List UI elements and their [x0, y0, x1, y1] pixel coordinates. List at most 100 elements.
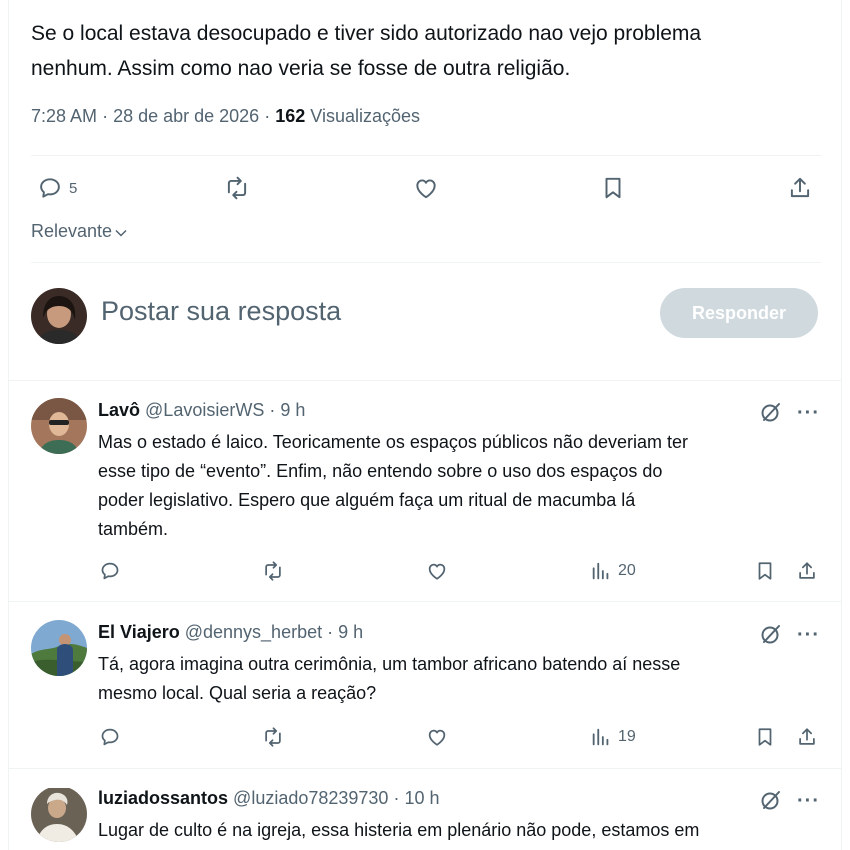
more-icon: ··· [797, 790, 820, 812]
analytics-icon [592, 562, 609, 580]
chevron-down-icon [115, 229, 127, 237]
views-label: Visualizações [310, 106, 421, 126]
tweet-text: Se o local estava desocupado e tiver sid… [31, 16, 821, 86]
divider [8, 380, 842, 381]
views-count: 19 [618, 728, 636, 745]
avatar[interactable] [31, 398, 87, 454]
header-separator: · [327, 622, 334, 642]
reply-count: 5 [69, 179, 78, 197]
comment-icon [101, 562, 119, 580]
grok-icon [761, 403, 780, 422]
grok-icon [761, 791, 780, 810]
divider [8, 601, 842, 602]
divider [8, 768, 842, 769]
author-handle[interactable]: @dennys_herbet [185, 622, 322, 642]
reply-submit-button[interactable]: Responder [660, 288, 818, 338]
meta-separator: · [264, 106, 276, 126]
reply-text-line: poder legislativo. Espero que alguém faç… [98, 490, 636, 510]
reply-time[interactable]: 9 h [280, 400, 305, 420]
share-icon [790, 177, 810, 198]
repost-button[interactable] [262, 560, 284, 582]
like-button[interactable] [413, 175, 439, 201]
comment-icon [40, 178, 60, 198]
bookmark-icon [605, 177, 621, 199]
reply-text: Lugar de culto é na igreja, essa histeri… [98, 816, 808, 845]
reply-item[interactable]: Lavô @LavoisierWS · 9 h ··· Mas o estado… [8, 398, 842, 600]
repost-button[interactable] [262, 726, 284, 748]
compose-input[interactable]: Postar sua resposta [101, 296, 341, 327]
views-count: 20 [618, 562, 636, 579]
header-separator: · [393, 788, 400, 808]
user-avatar-image [31, 288, 87, 344]
like-button[interactable] [426, 726, 448, 748]
user-avatar-image [31, 788, 87, 842]
author-handle[interactable]: @LavoisierWS [145, 400, 264, 420]
avatar[interactable] [31, 288, 87, 344]
reply-text-line: também. [98, 519, 169, 539]
share-icon [799, 728, 815, 745]
more-button[interactable]: ··· [797, 790, 820, 813]
meta-separator: · [102, 106, 114, 126]
reply-button[interactable] [99, 560, 121, 582]
bookmark-button[interactable] [754, 726, 776, 748]
comment-icon [101, 728, 119, 746]
share-button[interactable] [796, 726, 818, 748]
heart-icon [428, 563, 446, 580]
reply-header: El Viajero @dennys_herbet · 9 h [98, 622, 363, 643]
avatar[interactable] [31, 620, 87, 676]
heart-icon [428, 729, 446, 746]
bookmark-button[interactable] [600, 175, 626, 201]
grok-button[interactable] [759, 400, 783, 429]
grok-button[interactable] [759, 788, 783, 817]
bookmark-icon [758, 562, 772, 580]
more-icon: ··· [797, 402, 820, 424]
share-icon [799, 562, 815, 579]
author-name[interactable]: El Viajero [98, 622, 180, 642]
tweet-meta: 7:28 AM · 28 de abr de 2026 · 162 Visual… [31, 106, 420, 127]
repost-icon [265, 561, 281, 581]
reply-text: Tá, agora imagina outra cerimônia, um ta… [98, 650, 808, 708]
reply-button[interactable]: 5 [37, 175, 77, 201]
reply-header: luziadossantos @luziado78239730 · 10 h [98, 788, 440, 809]
reply-time[interactable]: 9 h [338, 622, 363, 642]
user-avatar-image [31, 398, 87, 454]
author-name[interactable]: luziadossantos [98, 788, 228, 808]
more-button[interactable]: ··· [797, 402, 820, 425]
reply-text-line: Mas o estado é laico. Teoricamente os es… [98, 432, 688, 452]
author-handle[interactable]: @luziado78239730 [233, 788, 388, 808]
reply-time[interactable]: 10 h [404, 788, 439, 808]
more-button[interactable]: ··· [797, 624, 820, 647]
repost-button[interactable] [224, 175, 250, 201]
views-button[interactable]: 19 [590, 726, 636, 748]
share-button[interactable] [796, 560, 818, 582]
divider [31, 155, 821, 156]
sort-dropdown[interactable]: Relevante [31, 221, 128, 242]
tweet-date[interactable]: 28 de abr de 2026 [113, 106, 259, 126]
reply-text-line: Tá, agora imagina outra cerimônia, um ta… [98, 654, 681, 674]
views-button[interactable]: 20 [590, 560, 636, 582]
reply-item[interactable]: El Viajero @dennys_herbet · 9 h ··· Tá, … [8, 620, 842, 767]
user-avatar-image [31, 620, 87, 676]
reply-item[interactable]: luziadossantos @luziado78239730 · 10 h ·… [8, 788, 842, 850]
bookmark-icon [758, 728, 772, 746]
like-button[interactable] [426, 560, 448, 582]
repost-icon [227, 176, 247, 200]
repost-icon [265, 727, 281, 747]
tweet-time[interactable]: 7:28 AM [31, 106, 97, 126]
reply-button[interactable] [99, 726, 121, 748]
reply-text: Mas o estado é laico. Teoricamente os es… [98, 428, 808, 544]
tweet-text-line: Se o local estava desocupado e tiver sid… [31, 22, 702, 45]
sort-label: Relevante [31, 221, 113, 241]
share-button[interactable] [787, 175, 813, 201]
grok-button[interactable] [759, 622, 783, 651]
grok-icon [761, 625, 780, 644]
bookmark-button[interactable] [754, 560, 776, 582]
analytics-icon [592, 728, 609, 746]
tweet-text-line: nenhum. Assim como nao veria se fosse de… [31, 57, 571, 80]
heart-icon [416, 179, 436, 199]
reply-text-line: Lugar de culto é na igreja, essa histeri… [98, 820, 700, 840]
avatar[interactable] [31, 788, 87, 842]
author-name[interactable]: Lavô [98, 400, 140, 420]
reply-text-line: mesmo local. Qual seria a reação? [98, 683, 377, 703]
reply-header: Lavô @LavoisierWS · 9 h [98, 400, 305, 421]
